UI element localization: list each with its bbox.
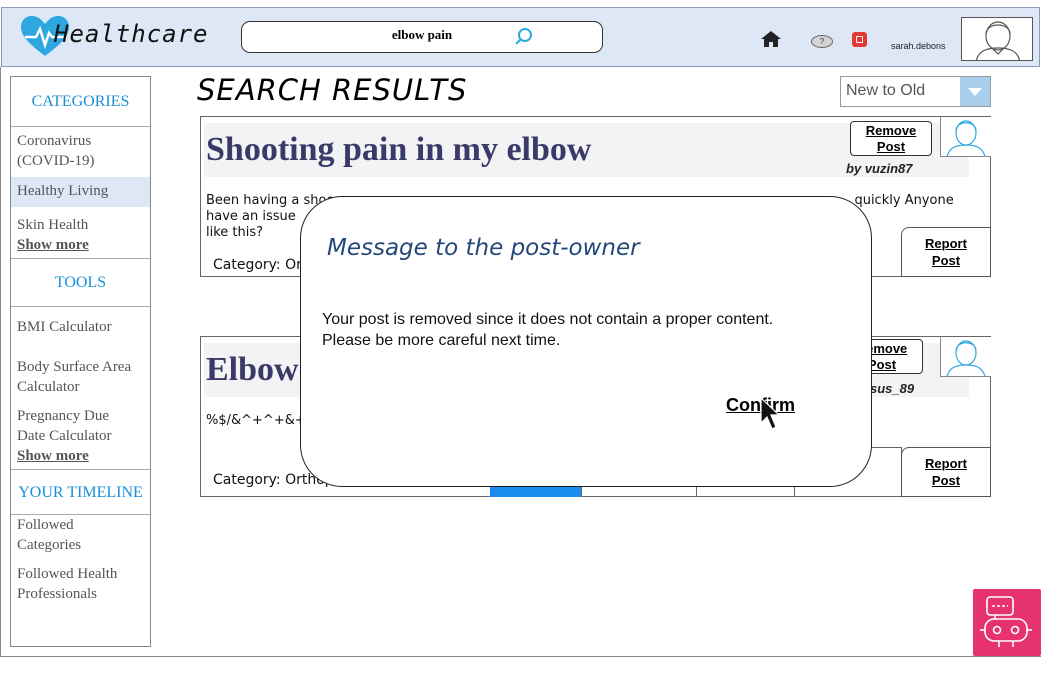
sidebar: CATEGORIES Coronavirus (COVID-19) Health… (10, 76, 151, 647)
avatar-icon (946, 340, 986, 376)
dialog-message-line: Your post is removed since it does not c… (322, 311, 774, 328)
sort-select[interactable]: New to Old (840, 76, 991, 107)
search-input[interactable]: elbow pain (241, 21, 603, 53)
search-query[interactable]: elbow pain (242, 27, 602, 43)
report-label: Report (925, 236, 967, 251)
page-title: SEARCH RESULTS (197, 73, 468, 107)
dialog-message: Your post is removed since it does not c… (322, 309, 842, 351)
tools-show-more-link[interactable]: Show more (11, 446, 150, 469)
post-category[interactable]: Category: Ort (213, 257, 307, 273)
sidebar-item-followed-categories[interactable]: Followed Categories (11, 515, 111, 564)
sidebar-item-body-surface-area[interactable]: Body Surface Area Calculator (11, 357, 141, 406)
remove-post-button[interactable]: Remove Post (850, 121, 932, 156)
post-author[interactable]: by vuzin87 (846, 161, 912, 176)
post-body-line: have an issue (206, 209, 296, 224)
sidebar-item-pregnancy-due-date[interactable]: Pregnancy Due Date Calculator (11, 406, 131, 446)
remove-label: Post (876, 139, 906, 154)
help-icon[interactable]: ? (811, 35, 833, 48)
post-author[interactable]: sus_89 (870, 381, 914, 396)
username-label[interactable]: sarah.debons (891, 41, 946, 51)
sidebar-item-followed-professionals[interactable]: Followed Health Professionals (11, 564, 141, 604)
post-body-line: like this? (206, 225, 264, 240)
sort-selected-value: New to Old (846, 82, 926, 99)
chevron-down-icon[interactable] (960, 77, 990, 106)
report-post-button[interactable]: Report Post (901, 227, 991, 277)
report-post-button[interactable]: Report Post (901, 447, 991, 497)
report-label: Post (931, 473, 961, 488)
report-label: Report (925, 456, 967, 471)
remove-label: Remove (865, 123, 917, 138)
search-icon[interactable] (514, 27, 534, 47)
message-dialog: Message to the post-owner Your post is r… (300, 196, 872, 487)
app-logo-text[interactable]: Healthcare (54, 20, 209, 48)
dialog-title: Message to the post-owner (327, 235, 640, 261)
categories-heading[interactable]: CATEGORIES (11, 77, 150, 127)
robot-chat-icon (980, 596, 1032, 647)
user-avatar[interactable] (961, 17, 1033, 61)
remove-label: Post (867, 357, 897, 372)
author-avatar[interactable] (940, 117, 991, 157)
avatar-icon (946, 120, 986, 156)
post-title[interactable]: Shooting pain in my elbow (206, 131, 591, 169)
sidebar-item-covid[interactable]: Coronavirus (COVID-19) (11, 131, 150, 177)
post-title[interactable]: Elbow (206, 351, 299, 389)
dialog-message-line: Please be more careful next time. (322, 332, 561, 349)
page-bottom-border (0, 656, 1041, 657)
top-header: Healthcare elbow pain ? sarah.debons (1, 7, 1040, 67)
timeline-heading[interactable]: YOUR TIMELINE (11, 470, 150, 515)
categories-show-more-link[interactable]: Show more (11, 235, 150, 258)
sidebar-item-healthy-living[interactable]: Healthy Living (11, 177, 150, 207)
page-left-border (0, 67, 1, 657)
tools-heading[interactable]: TOOLS (11, 259, 150, 307)
notification-icon[interactable] (852, 32, 867, 47)
mouse-cursor-icon (760, 397, 780, 430)
chatbot-button[interactable] (973, 589, 1041, 656)
report-label: Post (931, 253, 961, 268)
avatar-icon (975, 21, 1021, 60)
home-icon[interactable] (761, 31, 781, 47)
post-body-end: quickly Anyone (854, 193, 954, 208)
sidebar-item-bmi[interactable]: BMI Calculator (11, 317, 150, 357)
sidebar-item-skin-health[interactable]: Skin Health (11, 215, 150, 235)
author-avatar[interactable] (940, 337, 991, 377)
